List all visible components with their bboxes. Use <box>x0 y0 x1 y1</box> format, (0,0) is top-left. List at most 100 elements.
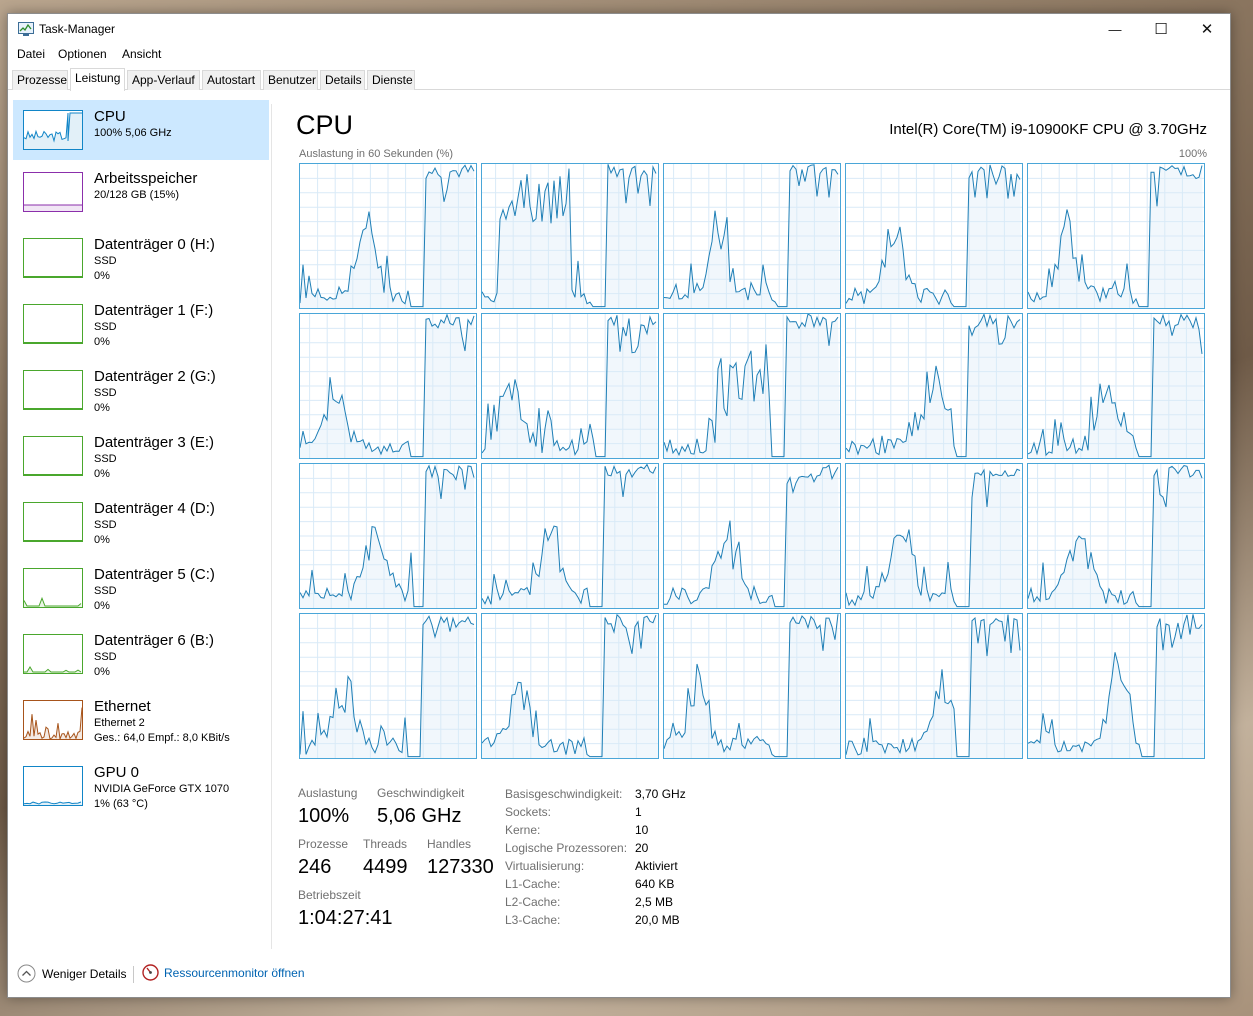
sidebar-item-5[interactable]: Datenträger 3 (E:) SSD 0% <box>13 426 269 486</box>
fewer-details-label: Weniger Details <box>42 966 127 981</box>
logical-processor-graph[interactable] <box>845 163 1023 309</box>
tab-details[interactable]: Details <box>320 70 365 90</box>
tab-strip: Prozesse Leistung App-Verlauf Autostart … <box>8 68 1230 91</box>
spec-value: Aktiviert <box>635 859 678 873</box>
sidebar-thumbnail-graph <box>23 766 83 806</box>
logical-processor-graph[interactable] <box>663 463 841 609</box>
logical-processor-graph[interactable] <box>663 163 841 309</box>
menu-ansicht[interactable]: Ansicht <box>122 47 161 61</box>
sidebar-thumbnail-graph <box>23 502 83 542</box>
threads-label: Threads <box>363 837 408 851</box>
maximize-button[interactable]: ☐ <box>1138 14 1184 44</box>
logical-processor-graph[interactable] <box>299 613 477 759</box>
page-title: CPU <box>296 110 354 140</box>
sidebar-item-9[interactable]: Ethernet Ethernet 2 Ges.: 64,0 Empf.: 8,0 … <box>13 690 269 750</box>
utilization-label: Auslastung <box>298 786 358 800</box>
sidebar-item-3[interactable]: Datenträger 1 (F:) SSD 0% <box>13 294 269 354</box>
sidebar-item-4[interactable]: Datenträger 2 (G:) SSD 0% <box>13 360 269 420</box>
logical-processor-graph[interactable] <box>481 313 659 459</box>
sidebar-item-subtitle: SSD <box>94 255 117 267</box>
sidebar-thumbnail-graph <box>23 172 83 212</box>
sidebar-item-subtitle: 20/128 GB (15%) <box>94 189 179 201</box>
tab-dienste[interactable]: Dienste <box>367 70 415 90</box>
spec-value: 2,5 MB <box>635 895 674 909</box>
menu-bar: Datei Optionen Ansicht <box>8 45 1230 65</box>
logical-processor-graph[interactable] <box>299 163 477 309</box>
fewer-details-button[interactable]: Weniger Details <box>17 964 126 983</box>
menu-optionen[interactable]: Optionen <box>58 47 107 61</box>
speed-value: 5,06 GHz <box>377 805 462 827</box>
spec-label: Virtualisierung: <box>505 859 585 873</box>
tab-autostart[interactable]: Autostart <box>202 70 261 90</box>
processes-label: Prozesse <box>298 837 349 851</box>
logical-processor-graph[interactable] <box>845 463 1023 609</box>
sidebar-item-subtitle: SSD <box>94 387 117 399</box>
resource-monitor-link[interactable]: Ressourcenmonitor öffnen <box>142 964 305 981</box>
utilization-value: 100% <box>298 805 350 827</box>
logical-processor-graph[interactable] <box>299 313 477 459</box>
logical-processor-graph[interactable] <box>663 613 841 759</box>
logical-processor-graph[interactable] <box>481 463 659 609</box>
sidebar-item-6[interactable]: Datenträger 4 (D:) SSD 0% <box>13 492 269 552</box>
sidebar-item-title: Datenträger 5 (C:) <box>94 566 215 583</box>
sidebar-thumbnail-graph <box>23 700 83 740</box>
menu-datei[interactable]: Datei <box>17 47 45 61</box>
spec-value: 1 <box>635 805 642 819</box>
processes-value: 246 <box>298 856 332 878</box>
spec-value: 10 <box>635 823 649 837</box>
logical-processor-graph[interactable] <box>1027 163 1205 309</box>
cpu-model-name: Intel(R) Core(TM) i9-10900KF CPU @ 3.70G… <box>889 121 1207 138</box>
sidebar-item-detail: 0% <box>94 468 110 480</box>
footer-bar: Weniger Details Ressourcenmonitor öffnen <box>8 962 1230 987</box>
sidebar-thumbnail-graph <box>23 304 83 344</box>
sidebar-thumbnail-graph <box>23 634 83 674</box>
logical-processor-graph[interactable] <box>1027 613 1205 759</box>
logical-processor-graph[interactable] <box>481 163 659 309</box>
logical-processor-graph[interactable] <box>845 313 1023 459</box>
sidebar-item-10[interactable]: GPU 0 NVIDIA GeForce GTX 1070 1% (63 °C) <box>13 756 269 816</box>
spec-label: Basisgeschwindigkeit: <box>505 787 623 801</box>
task-manager-app-icon <box>18 22 34 36</box>
sidebar-item-detail: 0% <box>94 534 110 546</box>
sidebar-item-title: Datenträger 6 (B:) <box>94 632 215 649</box>
graph-max-label: 100% <box>1178 148 1207 160</box>
close-button[interactable]: ✕ <box>1184 14 1230 44</box>
logical-processor-graph[interactable] <box>845 613 1023 759</box>
sidebar-item-8[interactable]: Datenträger 6 (B:) SSD 0% <box>13 624 269 684</box>
sidebar-thumbnail-graph <box>23 370 83 410</box>
logical-processor-graph[interactable] <box>481 613 659 759</box>
sidebar-item-title: Datenträger 4 (D:) <box>94 500 215 517</box>
tab-benutzer[interactable]: Benutzer <box>263 70 318 90</box>
tab-prozesse[interactable]: Prozesse <box>12 70 68 90</box>
spec-value: 640 KB <box>635 877 675 891</box>
sidebar-item-1[interactable]: Arbeitsspeicher 20/128 GB (15%) <box>13 162 269 222</box>
logical-processor-graphs[interactable] <box>299 163 1205 760</box>
logical-processor-graph[interactable] <box>299 463 477 609</box>
sidebar-item-title: Ethernet <box>94 698 151 715</box>
logical-processor-graph[interactable] <box>1027 313 1205 459</box>
sidebar-item-title: Datenträger 1 (F:) <box>94 302 214 319</box>
logical-processor-graph[interactable] <box>1027 463 1205 609</box>
speed-label: Geschwindigkeit <box>377 786 465 800</box>
minimize-icon: — <box>1108 21 1122 37</box>
title-bar[interactable]: Task-Manager — ☐ ✕ <box>8 14 1230 45</box>
sidebar-item-title: GPU 0 <box>94 764 140 781</box>
sidebar-item-subtitle: SSD <box>94 453 117 465</box>
sidebar-item-0[interactable]: CPU 100% 5,06 GHz <box>13 100 269 160</box>
maximize-icon: ☐ <box>1154 21 1168 38</box>
tab-app-verlauf[interactable]: App-Verlauf <box>127 70 200 90</box>
minimize-button[interactable]: — <box>1092 14 1138 44</box>
sidebar-item-detail: 0% <box>94 666 110 678</box>
chevron-up-icon <box>17 964 36 983</box>
sidebar-item-subtitle: Ethernet 2 <box>94 717 145 729</box>
spec-label: Sockets: <box>505 805 552 819</box>
logical-processor-graph[interactable] <box>663 313 841 459</box>
sidebar-item-7[interactable]: Datenträger 5 (C:) SSD 0% <box>13 558 269 618</box>
sidebar-item-subtitle: SSD <box>94 321 117 333</box>
tab-leistung[interactable]: Leistung <box>70 68 125 91</box>
sidebar-thumbnail-graph <box>23 110 83 150</box>
pane-divider[interactable] <box>271 104 272 949</box>
sidebar-item-2[interactable]: Datenträger 0 (H:) SSD 0% <box>13 228 269 288</box>
uptime-value: 1:04:27:41 <box>298 907 393 929</box>
sidebar-item-title: Datenträger 3 (E:) <box>94 434 215 451</box>
